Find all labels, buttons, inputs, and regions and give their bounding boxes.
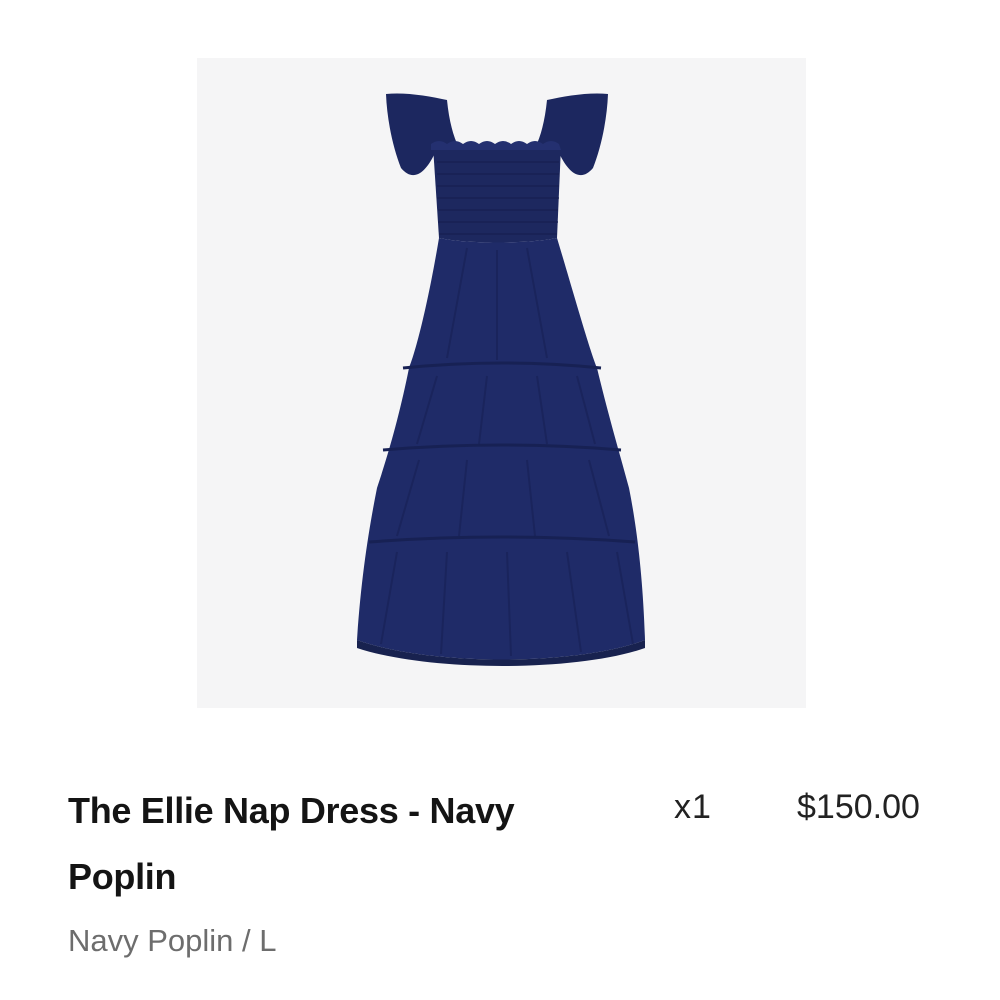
dress-photo: [357, 93, 645, 666]
product-title[interactable]: The Ellie Nap Dress - Navy Poplin: [68, 778, 588, 910]
product-variant: Navy Poplin / L: [68, 923, 277, 958]
product-image[interactable]: [197, 58, 806, 708]
smocked-bodice: [433, 146, 561, 243]
quantity-label: x1: [674, 788, 712, 826]
price-label: $150.00: [797, 788, 920, 826]
